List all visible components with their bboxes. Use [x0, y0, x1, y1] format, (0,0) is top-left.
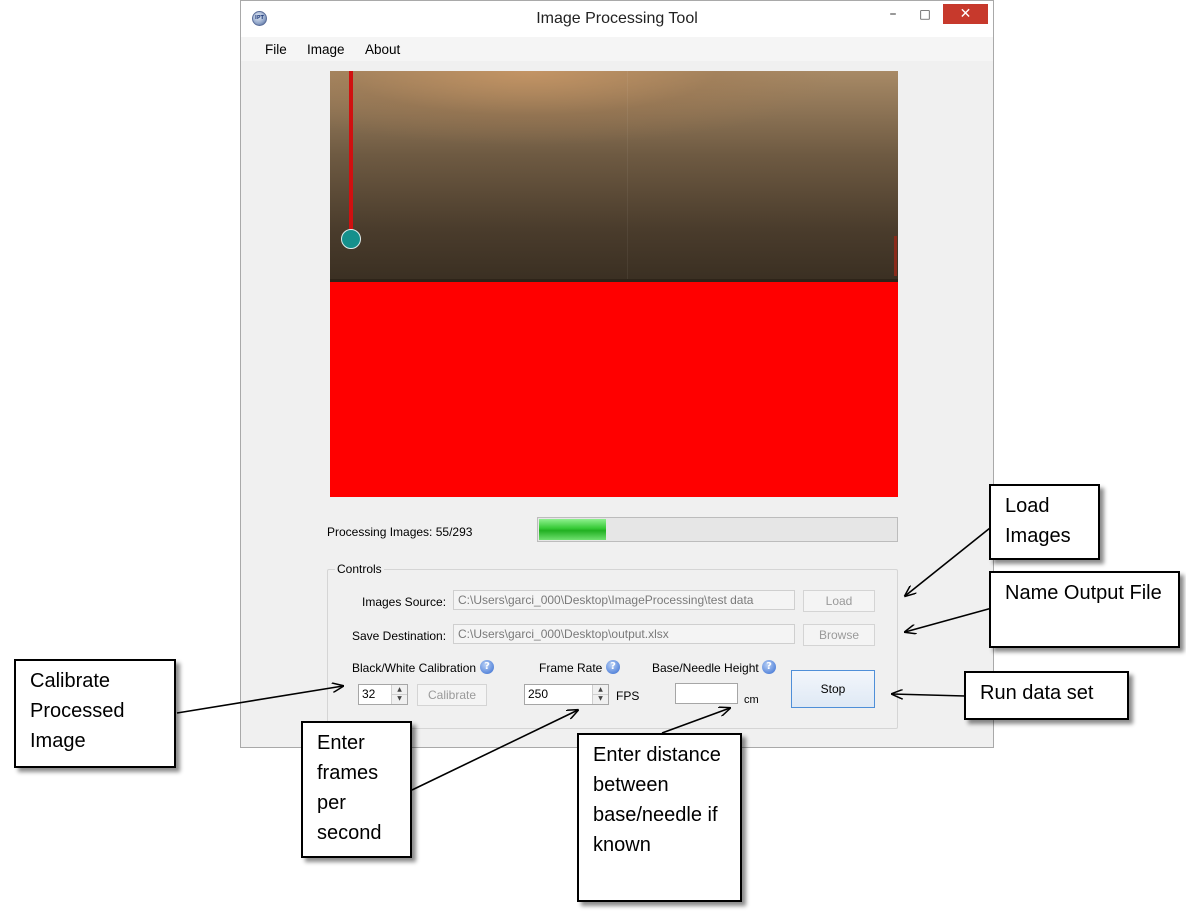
calibration-stepper[interactable]: 32 ▲ ▼: [358, 684, 408, 705]
title-bar[interactable]: IPT Image Processing Tool – □ ✕: [241, 1, 993, 37]
camera-frame: [330, 71, 898, 282]
needle-marker: [349, 71, 353, 229]
progress-label: Processing Images: 55/293: [327, 525, 473, 539]
progress-fill: [539, 519, 606, 540]
minimize-button[interactable]: –: [879, 4, 907, 24]
close-button[interactable]: ✕: [943, 4, 988, 24]
frame-rate-value: 250: [528, 687, 549, 701]
height-input[interactable]: [675, 683, 738, 704]
height-label: Base/Needle Height: [652, 661, 759, 675]
save-destination-field[interactable]: C:\Users\garci_000\Desktop\output.xlsx: [453, 624, 795, 644]
callout-name-output: Name Output File: [989, 571, 1180, 648]
controls-group: Controls Images Source: C:\Users\garci_0…: [327, 562, 898, 729]
controls-legend: Controls: [335, 562, 384, 576]
progress-bar: [537, 517, 898, 542]
frame-rate-stepper-arrows: ▲ ▼: [592, 685, 608, 704]
load-button[interactable]: Load: [803, 590, 875, 612]
base-line: [330, 279, 898, 282]
images-source-field[interactable]: C:\Users\garci_000\Desktop\ImageProcessi…: [453, 590, 795, 610]
callout-calibrate: Calibrate Processed Image: [14, 659, 176, 768]
cm-unit-label: cm: [744, 694, 759, 706]
frame-rate-stepper[interactable]: 250 ▲ ▼: [524, 684, 609, 705]
stepper-down-icon[interactable]: ▼: [593, 694, 608, 703]
maximize-button[interactable]: □: [911, 4, 939, 24]
calibrate-button[interactable]: Calibrate: [417, 684, 487, 706]
stepper-down-icon[interactable]: ▼: [392, 694, 407, 703]
stop-button[interactable]: Stop: [791, 670, 875, 708]
menu-bar: File Image About: [241, 37, 993, 61]
images-source-label: Images Source:: [362, 595, 447, 609]
calibration-stepper-arrows: ▲ ▼: [391, 685, 407, 704]
frame-rate-label: Frame Rate: [539, 661, 603, 675]
processed-image-view: [330, 71, 898, 497]
menu-about[interactable]: About: [365, 42, 400, 57]
callout-frames: Enter frames per second: [301, 721, 412, 858]
save-destination-label: Save Destination:: [352, 629, 447, 643]
droplet-marker: [341, 229, 361, 249]
menu-file[interactable]: File: [265, 42, 287, 57]
callout-distance: Enter distance between base/needle if kn…: [577, 733, 742, 902]
fps-unit-label: FPS: [616, 689, 640, 703]
height-help-icon[interactable]: ?: [762, 660, 776, 674]
callout-load-images: Load Images: [989, 484, 1100, 560]
calibration-value: 32: [362, 687, 376, 701]
calibration-help-icon[interactable]: ?: [480, 660, 494, 674]
app-window: IPT Image Processing Tool – □ ✕ File Ima…: [240, 0, 994, 748]
frame-rate-help-icon[interactable]: ?: [606, 660, 620, 674]
menu-image[interactable]: Image: [307, 42, 345, 57]
browse-button[interactable]: Browse: [803, 624, 875, 646]
frame-edge-mark: [894, 236, 897, 276]
frame-seam: [627, 71, 628, 282]
callout-run-data: Run data set: [964, 671, 1129, 720]
calibration-label: Black/White Calibration: [352, 661, 477, 675]
